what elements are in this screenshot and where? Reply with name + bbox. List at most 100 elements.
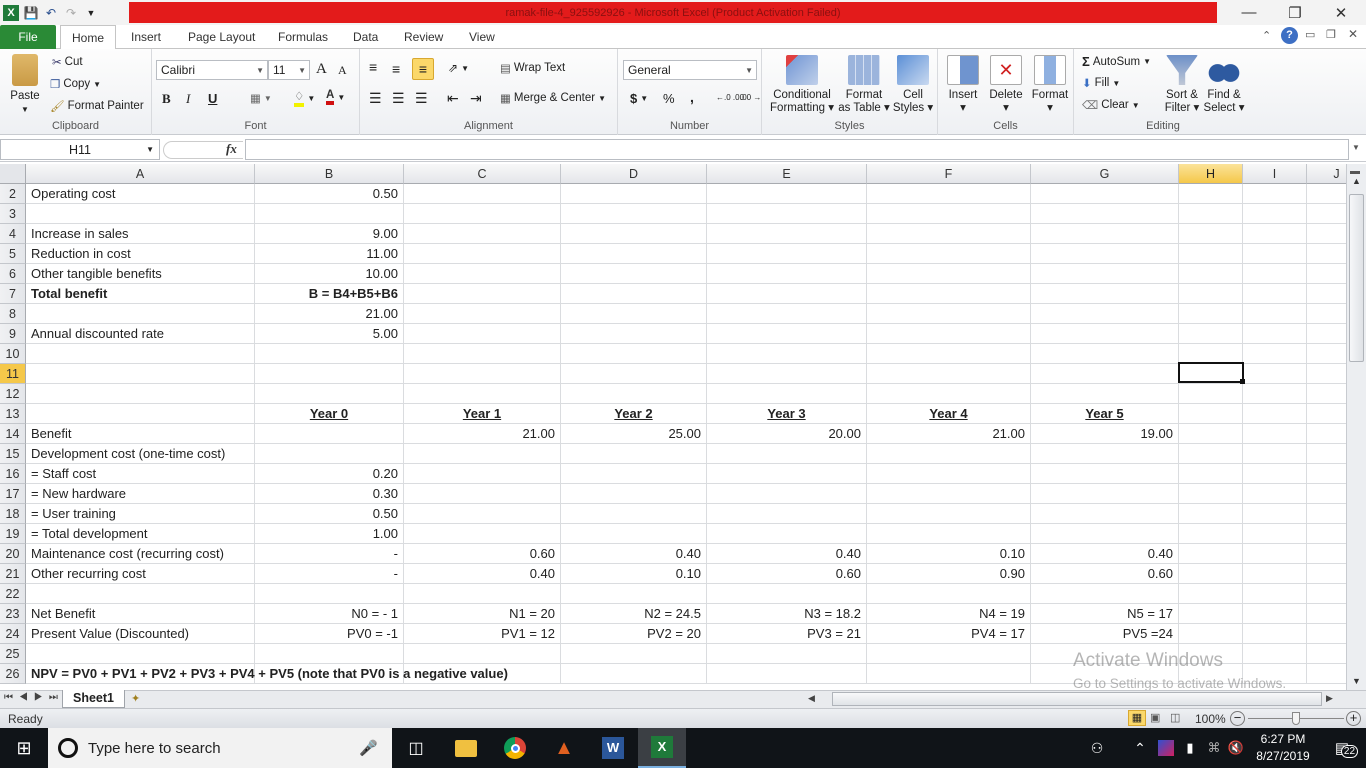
word-icon[interactable]: W — [589, 728, 637, 768]
cell-j10[interactable] — [1307, 344, 1346, 364]
cell-g23[interactable]: N5 = 17 — [1031, 604, 1179, 624]
cell-i7[interactable] — [1243, 284, 1307, 304]
row-header-12[interactable]: 12 — [0, 384, 26, 404]
cell-h15[interactable] — [1179, 444, 1243, 464]
customize-qat-icon[interactable]: ▼ — [83, 5, 99, 21]
cell-e22[interactable] — [707, 584, 867, 604]
cell-e25[interactable] — [707, 644, 867, 664]
cell-h22[interactable] — [1179, 584, 1243, 604]
row-header-3[interactable]: 3 — [0, 204, 26, 224]
borders-icon[interactable]: ▦ ▼ — [250, 91, 272, 105]
cell-e19[interactable] — [707, 524, 867, 544]
page-break-view-icon[interactable]: ◫ — [1170, 711, 1180, 724]
cell-d24[interactable]: PV2 = 20 — [561, 624, 707, 644]
volume-muted-icon[interactable]: 🔇 — [1224, 728, 1248, 768]
cell-a8[interactable] — [26, 304, 255, 324]
cell-d26[interactable] — [561, 664, 707, 684]
cell-f4[interactable] — [867, 224, 1031, 244]
cell-c4[interactable] — [404, 224, 561, 244]
cell-e5[interactable] — [707, 244, 867, 264]
increase-indent-icon[interactable]: ⇥ — [470, 90, 482, 107]
row-header-10[interactable]: 10 — [0, 344, 26, 364]
cell-d15[interactable] — [561, 444, 707, 464]
cell-j16[interactable] — [1307, 464, 1346, 484]
row-header-20[interactable]: 20 — [0, 544, 26, 564]
cell-b5[interactable]: 11.00 — [255, 244, 404, 264]
cell-g5[interactable] — [1031, 244, 1179, 264]
cell-b15[interactable] — [255, 444, 404, 464]
cell-c5[interactable] — [404, 244, 561, 264]
align-bottom-icon[interactable]: ≡ — [412, 58, 434, 80]
cell-g17[interactable] — [1031, 484, 1179, 504]
cell-f13[interactable]: Year 4 — [867, 404, 1031, 424]
worksheet-grid[interactable]: ABCDEFGHIJ 2 Operating cost 0.50 3 4 Increase… — [0, 164, 1346, 690]
cell-c21[interactable]: 0.40 — [404, 564, 561, 584]
cell-e26[interactable] — [707, 664, 867, 684]
cell-f17[interactable] — [867, 484, 1031, 504]
wifi-icon[interactable]: ⌘ — [1202, 728, 1226, 768]
workbook-close-icon[interactable]: ✕ — [1348, 27, 1358, 41]
cell-d22[interactable] — [561, 584, 707, 604]
cell-j6[interactable] — [1307, 264, 1346, 284]
cell-b4[interactable]: 9.00 — [255, 224, 404, 244]
cell-styles-button[interactable]: Cell Styles ▾ — [890, 55, 936, 115]
cell-f8[interactable] — [867, 304, 1031, 324]
matlab-icon[interactable]: ▲ — [540, 728, 588, 768]
cell-j13[interactable] — [1307, 404, 1346, 424]
cell-j18[interactable] — [1307, 504, 1346, 524]
row-header-11[interactable]: 11 — [0, 364, 26, 384]
cell-c6[interactable] — [404, 264, 561, 284]
cell-h4[interactable] — [1179, 224, 1243, 244]
merge-center-button[interactable]: ▦ Merge & Center ▼ — [500, 91, 606, 105]
row-header-21[interactable]: 21 — [0, 564, 26, 584]
cell-d9[interactable] — [561, 324, 707, 344]
row-header-9[interactable]: 9 — [0, 324, 26, 344]
cell-e15[interactable] — [707, 444, 867, 464]
cell-g4[interactable] — [1031, 224, 1179, 244]
cell-i12[interactable] — [1243, 384, 1307, 404]
cell-c19[interactable] — [404, 524, 561, 544]
cell-c10[interactable] — [404, 344, 561, 364]
cell-g3[interactable] — [1031, 204, 1179, 224]
row-header-25[interactable]: 25 — [0, 644, 26, 664]
cell-g6[interactable] — [1031, 264, 1179, 284]
row-header-18[interactable]: 18 — [0, 504, 26, 524]
scroll-down-icon[interactable]: ▼ — [1352, 676, 1361, 686]
cell-f23[interactable]: N4 = 19 — [867, 604, 1031, 624]
scroll-left-icon[interactable]: ◀ — [808, 693, 815, 704]
column-header-g[interactable]: G — [1031, 164, 1179, 184]
cell-d16[interactable] — [561, 464, 707, 484]
cell-g15[interactable] — [1031, 444, 1179, 464]
cell-e14[interactable]: 20.00 — [707, 424, 867, 444]
cell-f24[interactable]: PV4 = 17 — [867, 624, 1031, 644]
horizontal-scroll-thumb[interactable] — [832, 692, 1322, 706]
cell-g7[interactable] — [1031, 284, 1179, 304]
cell-h20[interactable] — [1179, 544, 1243, 564]
cell-c11[interactable] — [404, 364, 561, 384]
cell-d4[interactable] — [561, 224, 707, 244]
cell-j5[interactable] — [1307, 244, 1346, 264]
cell-j4[interactable] — [1307, 224, 1346, 244]
row-header-13[interactable]: 13 — [0, 404, 26, 424]
cell-h13[interactable] — [1179, 404, 1243, 424]
cell-b14[interactable] — [255, 424, 404, 444]
cell-d11[interactable] — [561, 364, 707, 384]
cell-i5[interactable] — [1243, 244, 1307, 264]
cell-h5[interactable] — [1179, 244, 1243, 264]
cell-e24[interactable]: PV3 = 21 — [707, 624, 867, 644]
align-left-icon[interactable]: ☰ — [369, 90, 382, 107]
sort-filter-button[interactable]: Sort & Filter ▾ — [1160, 55, 1204, 115]
cell-e17[interactable] — [707, 484, 867, 504]
cell-a23[interactable]: Net Benefit — [26, 604, 255, 624]
save-icon[interactable]: 💾 — [23, 5, 39, 21]
cell-c23[interactable]: N1 = 20 — [404, 604, 561, 624]
zoom-out-button[interactable]: − — [1230, 711, 1245, 726]
cell-f6[interactable] — [867, 264, 1031, 284]
vertical-scroll-thumb[interactable] — [1349, 194, 1364, 362]
cell-g22[interactable] — [1031, 584, 1179, 604]
column-header-e[interactable]: E — [707, 164, 867, 184]
cell-b12[interactable] — [255, 384, 404, 404]
cell-e12[interactable] — [707, 384, 867, 404]
number-format-select[interactable]: General ▼ — [623, 60, 757, 80]
close-button[interactable]: ✕ — [1318, 0, 1364, 25]
